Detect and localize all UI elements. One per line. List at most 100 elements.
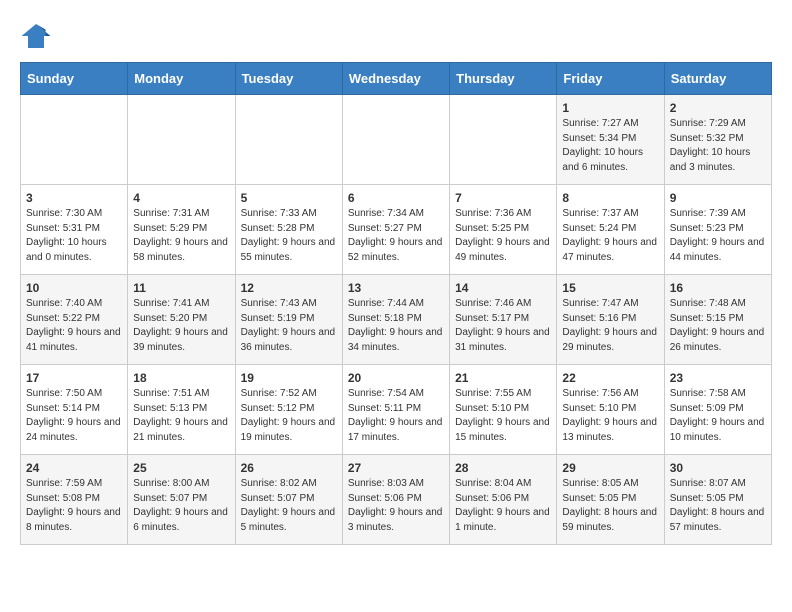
calendar-cell — [21, 95, 128, 185]
day-info: Sunrise: 7:36 AM Sunset: 5:25 PM Dayligh… — [455, 207, 551, 265]
day-number: 29 — [562, 461, 658, 475]
day-number: 4 — [133, 191, 229, 205]
day-number: 10 — [26, 281, 122, 295]
day-number: 19 — [241, 371, 337, 385]
calendar-cell: 4 Sunrise: 7:31 AM Sunset: 5:29 PM Daylig… — [128, 185, 235, 275]
calendar-cell: 27 Sunrise: 8:03 AM Sunset: 5:06 PM Dayli… — [342, 455, 449, 545]
day-number: 7 — [455, 191, 551, 205]
day-info: Sunrise: 7:30 AM Sunset: 5:31 PM Dayligh… — [26, 207, 122, 265]
calendar-cell: 9 Sunrise: 7:39 AM Sunset: 5:23 PM Daylig… — [664, 185, 771, 275]
day-info: Sunrise: 8:03 AM Sunset: 5:06 PM Dayligh… — [348, 477, 444, 535]
calendar-cell: 17 Sunrise: 7:50 AM Sunset: 5:14 PM Dayli… — [21, 365, 128, 455]
calendar-cell: 14Sunrise: 7:46 AM Sunset: 5:17 PM Dayli… — [450, 275, 557, 365]
calendar-cell: 16 Sunrise: 7:48 AM Sunset: 5:15 PM Dayli… — [664, 275, 771, 365]
header-sunday: Sunday — [21, 63, 128, 95]
day-info: Sunrise: 7:41 AM Sunset: 5:20 PM Dayligh… — [133, 297, 229, 355]
header-monday: Monday — [128, 63, 235, 95]
calendar-cell: 22 Sunrise: 7:56 AM Sunset: 5:10 PM Dayli… — [557, 365, 664, 455]
header-friday: Friday — [557, 63, 664, 95]
calendar-cell: 15 Sunrise: 7:47 AM Sunset: 5:16 PM Dayli… — [557, 275, 664, 365]
calendar-cell: 26Sunrise: 8:02 AM Sunset: 5:07 PM Dayli… — [235, 455, 342, 545]
calendar-cell — [235, 95, 342, 185]
calendar-cell: 6 Sunrise: 7:34 AM Sunset: 5:27 PM Daylig… — [342, 185, 449, 275]
calendar-week-row: 1Sunrise: 7:27 AM Sunset: 5:34 PM Daylig… — [21, 95, 772, 185]
day-info: Sunrise: 7:52 AM Sunset: 5:12 PM Dayligh… — [241, 387, 337, 445]
day-number: 20 — [348, 371, 444, 385]
calendar-cell: 29 Sunrise: 8:05 AM Sunset: 5:05 PM Dayli… — [557, 455, 664, 545]
day-info: Sunrise: 7:50 AM Sunset: 5:14 PM Dayligh… — [26, 387, 122, 445]
calendar-week-row: 3 Sunrise: 7:30 AM Sunset: 5:31 PM Daylig… — [21, 185, 772, 275]
header — [20, 20, 772, 52]
header-thursday: Thursday — [450, 63, 557, 95]
day-number: 18 — [133, 371, 229, 385]
calendar-cell: 24 Sunrise: 7:59 AM Sunset: 5:08 PM Dayli… — [21, 455, 128, 545]
day-number: 9 — [670, 191, 766, 205]
day-info: Sunrise: 7:59 AM Sunset: 5:08 PM Dayligh… — [26, 477, 122, 535]
header-wednesday: Wednesday — [342, 63, 449, 95]
calendar-cell: 23Sunrise: 7:58 AM Sunset: 5:09 PM Dayli… — [664, 365, 771, 455]
calendar-cell: 19 Sunrise: 7:52 AM Sunset: 5:12 PM Dayli… — [235, 365, 342, 455]
day-info: Sunrise: 8:05 AM Sunset: 5:05 PM Dayligh… — [562, 477, 658, 535]
calendar-cell: 8 Sunrise: 7:37 AM Sunset: 5:24 PM Daylig… — [557, 185, 664, 275]
day-number: 26 — [241, 461, 337, 475]
day-info: Sunrise: 7:44 AM Sunset: 5:18 PM Dayligh… — [348, 297, 444, 355]
day-info: Sunrise: 7:47 AM Sunset: 5:16 PM Dayligh… — [562, 297, 658, 355]
day-number: 1 — [562, 101, 658, 115]
calendar-week-row: 10 Sunrise: 7:40 AM Sunset: 5:22 PM Dayli… — [21, 275, 772, 365]
day-info: Sunrise: 7:33 AM Sunset: 5:28 PM Dayligh… — [241, 207, 337, 265]
day-number: 8 — [562, 191, 658, 205]
day-info: Sunrise: 7:54 AM Sunset: 5:11 PM Dayligh… — [348, 387, 444, 445]
day-number: 27 — [348, 461, 444, 475]
calendar-cell: 10 Sunrise: 7:40 AM Sunset: 5:22 PM Dayli… — [21, 275, 128, 365]
day-info: Sunrise: 8:04 AM Sunset: 5:06 PM Dayligh… — [455, 477, 551, 535]
day-info: Sunrise: 7:56 AM Sunset: 5:10 PM Dayligh… — [562, 387, 658, 445]
logo-icon — [20, 20, 52, 52]
calendar-cell: 28Sunrise: 8:04 AM Sunset: 5:06 PM Dayli… — [450, 455, 557, 545]
day-info: Sunrise: 7:40 AM Sunset: 5:22 PM Dayligh… — [26, 297, 122, 355]
day-number: 2 — [670, 101, 766, 115]
day-number: 11 — [133, 281, 229, 295]
day-number: 24 — [26, 461, 122, 475]
calendar-cell: 11 Sunrise: 7:41 AM Sunset: 5:20 PM Dayli… — [128, 275, 235, 365]
calendar-cell: 1Sunrise: 7:27 AM Sunset: 5:34 PM Daylig… — [557, 95, 664, 185]
day-info: Sunrise: 7:39 AM Sunset: 5:23 PM Dayligh… — [670, 207, 766, 265]
day-number: 12 — [241, 281, 337, 295]
day-info: Sunrise: 7:48 AM Sunset: 5:15 PM Dayligh… — [670, 297, 766, 355]
calendar-cell: 12Sunrise: 7:43 AM Sunset: 5:19 PM Dayli… — [235, 275, 342, 365]
calendar-cell: 5 Sunrise: 7:33 AM Sunset: 5:28 PM Daylig… — [235, 185, 342, 275]
day-number: 21 — [455, 371, 551, 385]
day-number: 30 — [670, 461, 766, 475]
day-info: Sunrise: 7:29 AM Sunset: 5:32 PM Dayligh… — [670, 117, 766, 175]
calendar-cell — [450, 95, 557, 185]
day-number: 15 — [562, 281, 658, 295]
calendar-cell: 13 Sunrise: 7:44 AM Sunset: 5:18 PM Dayli… — [342, 275, 449, 365]
calendar-table: SundayMondayTuesdayWednesdayThursdayFrid… — [20, 62, 772, 545]
header-tuesday: Tuesday — [235, 63, 342, 95]
day-info: Sunrise: 8:00 AM Sunset: 5:07 PM Dayligh… — [133, 477, 229, 535]
day-info: Sunrise: 7:37 AM Sunset: 5:24 PM Dayligh… — [562, 207, 658, 265]
day-number: 23 — [670, 371, 766, 385]
calendar-cell — [342, 95, 449, 185]
day-number: 25 — [133, 461, 229, 475]
day-info: Sunrise: 7:31 AM Sunset: 5:29 PM Dayligh… — [133, 207, 229, 265]
day-number: 3 — [26, 191, 122, 205]
day-number: 13 — [348, 281, 444, 295]
day-info: Sunrise: 7:55 AM Sunset: 5:10 PM Dayligh… — [455, 387, 551, 445]
calendar-week-row: 24 Sunrise: 7:59 AM Sunset: 5:08 PM Dayli… — [21, 455, 772, 545]
day-info: Sunrise: 8:07 AM Sunset: 5:05 PM Dayligh… — [670, 477, 766, 535]
calendar-cell: 7 Sunrise: 7:36 AM Sunset: 5:25 PM Daylig… — [450, 185, 557, 275]
day-number: 16 — [670, 281, 766, 295]
day-number: 6 — [348, 191, 444, 205]
calendar-cell: 2 Sunrise: 7:29 AM Sunset: 5:32 PM Daylig… — [664, 95, 771, 185]
day-number: 17 — [26, 371, 122, 385]
calendar-header-row: SundayMondayTuesdayWednesdayThursdayFrid… — [21, 63, 772, 95]
calendar-cell: 21 Sunrise: 7:55 AM Sunset: 5:10 PM Dayli… — [450, 365, 557, 455]
day-number: 22 — [562, 371, 658, 385]
calendar-cell: 25 Sunrise: 8:00 AM Sunset: 5:07 PM Dayli… — [128, 455, 235, 545]
day-info: Sunrise: 7:46 AM Sunset: 5:17 PM Dayligh… — [455, 297, 551, 355]
day-number: 5 — [241, 191, 337, 205]
calendar-cell: 20 Sunrise: 7:54 AM Sunset: 5:11 PM Dayli… — [342, 365, 449, 455]
day-info: Sunrise: 7:34 AM Sunset: 5:27 PM Dayligh… — [348, 207, 444, 265]
calendar-week-row: 17 Sunrise: 7:50 AM Sunset: 5:14 PM Dayli… — [21, 365, 772, 455]
calendar-cell: 18Sunrise: 7:51 AM Sunset: 5:13 PM Dayli… — [128, 365, 235, 455]
